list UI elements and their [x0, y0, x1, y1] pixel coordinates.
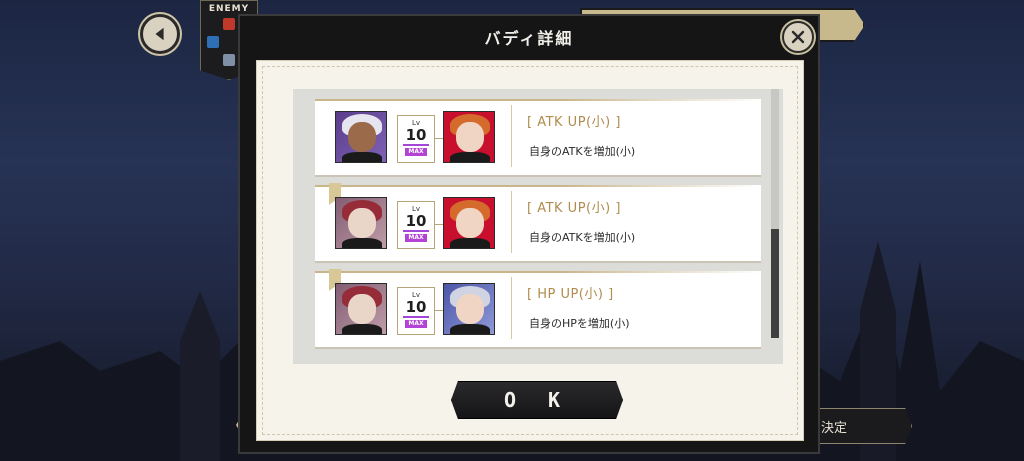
buddy-row: Lv 10 MAX [ ATK UP(小) ] 自身のATKを増加(小) — [315, 99, 761, 175]
modal-body: Lv 10 MAX [ ATK UP(小) ] 自身のATKを増加(小) Lv … — [256, 60, 804, 441]
modal-header: バディ詳細 — [240, 16, 818, 58]
level-value: 10 — [405, 212, 427, 230]
buddy-row: Lv 10 MAX [ ATK UP(小) ] 自身のATKを増加(小) — [315, 183, 761, 261]
skill-name: [ ATK UP(小) ] — [527, 115, 621, 130]
buddy-detail-modal: バディ詳細 Lv 10 MAX [ATK UP(小)] 自身のATKを増加(… — [238, 14, 820, 454]
character-portrait — [335, 283, 387, 335]
max-badge: MAX — [405, 148, 427, 156]
close-icon — [791, 30, 805, 44]
scrollbar-thumb[interactable] — [771, 229, 779, 338]
scrollbar[interactable] — [771, 89, 779, 338]
skill-name: [ HP UP(小) ] — [527, 287, 614, 302]
skill-description: 自身のATKを増加(小) — [529, 231, 636, 244]
modal-title: バディ詳細 — [484, 29, 574, 48]
back-button[interactable] — [140, 14, 180, 54]
enemy-slot-bottom-icon — [223, 54, 235, 66]
buddy-portrait — [443, 283, 495, 335]
level-box: Lv 10 MAX — [397, 287, 435, 335]
ok-button[interactable]: O K — [451, 381, 623, 419]
skill-description: 自身のHPを増加(小) — [529, 317, 630, 330]
level-box: Lv 10 MAX — [397, 201, 435, 249]
level-box: Lv 10 MAX — [397, 115, 435, 163]
close-button[interactable] — [782, 21, 814, 53]
character-portrait — [335, 111, 387, 163]
level-value: 10 — [405, 126, 427, 144]
enemy-slot-left-icon — [207, 36, 219, 48]
enemy-label: ENEMY — [208, 4, 250, 14]
buddy-list[interactable]: Lv 10 MAX [ ATK UP(小) ] 自身のATKを増加(小) Lv … — [293, 89, 783, 364]
arrow-left-icon — [155, 27, 164, 41]
buddy-portrait — [443, 197, 495, 249]
skill-description: 自身のATKを増加(小) — [529, 145, 636, 158]
buddy-portrait — [443, 111, 495, 163]
buddy-row: Lv 10 MAX [ HP UP(小) ] 自身のHPを増加(小) — [315, 269, 761, 347]
enemy-slot-top-icon — [223, 18, 235, 30]
max-badge: MAX — [405, 234, 427, 242]
character-portrait — [335, 197, 387, 249]
max-badge: MAX — [405, 320, 427, 328]
level-value: 10 — [405, 298, 427, 316]
skill-name: [ ATK UP(小) ] — [527, 201, 621, 216]
decide-label: 決定 — [821, 420, 848, 436]
